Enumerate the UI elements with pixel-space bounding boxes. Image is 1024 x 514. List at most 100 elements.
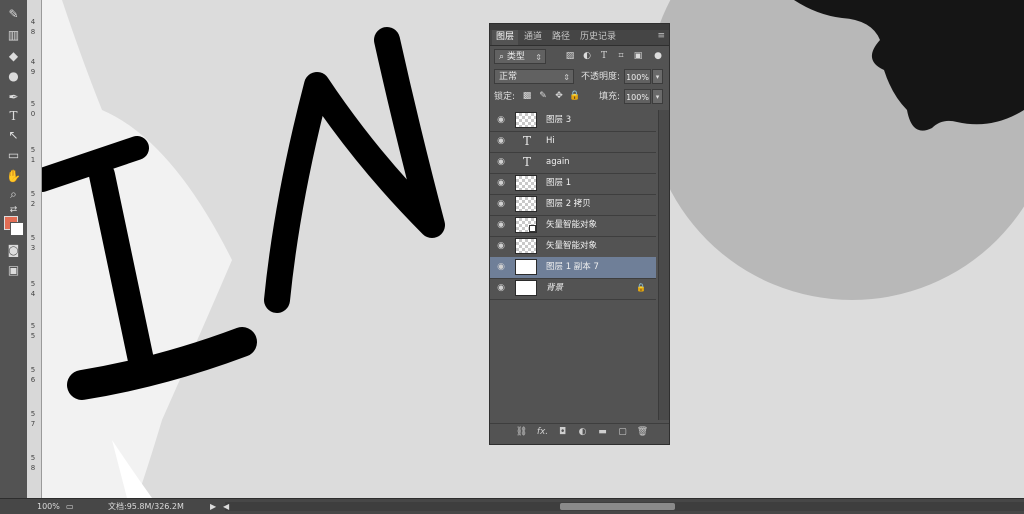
tab-paths[interactable]: 路径 [548, 30, 574, 45]
filter-smart-icon[interactable]: ▣ [632, 50, 644, 62]
eye-icon[interactable]: ◉ [496, 283, 506, 293]
ruler-label: 3 [30, 244, 36, 252]
layer-name: 图层 1 [546, 178, 572, 188]
new-group-icon[interactable]: ▬ [596, 426, 609, 438]
gradient-icon[interactable]: ▥ [5, 27, 22, 43]
ruler-label: 5 [30, 366, 36, 374]
layer-row[interactable]: ◉ 图层 2 拷贝 [490, 194, 656, 216]
text-layer-icon: T [522, 134, 531, 148]
document-size-info: 文档:95.8M/326.2M [108, 502, 184, 511]
horizontal-scrollbar[interactable]: ◀ [223, 499, 1024, 514]
filter-adjustment-icon[interactable]: ◐ [581, 50, 593, 62]
layer-name: 图层 1 副本 7 [546, 262, 599, 272]
scrollbar-thumb[interactable] [560, 503, 675, 510]
layer-name: 矢量智能对象 [546, 241, 598, 251]
smart-object-thumbnail [515, 217, 537, 233]
blend-mode-dropdown[interactable]: 正常 ⇕ [494, 69, 574, 84]
eye-icon[interactable]: ◉ [496, 136, 506, 146]
ruler-label: 5 [30, 332, 36, 340]
layer-row[interactable]: ◉ T again [490, 152, 656, 174]
link-layers-icon[interactable]: ⛓ [515, 426, 528, 438]
opacity-label: 不透明度: [581, 72, 621, 82]
fill-field[interactable]: 100% [624, 89, 651, 104]
layer-row[interactable]: ◉ 图层 1 [490, 173, 656, 195]
screen-mode-icon[interactable]: ▣ [5, 262, 22, 278]
tab-channels[interactable]: 通道 [520, 30, 546, 45]
layer-thumbnail [515, 112, 537, 128]
path-select-icon[interactable]: ↖ [5, 127, 22, 143]
eraser-icon[interactable]: ✎ [5, 6, 22, 22]
tab-history[interactable]: 历史记录 [576, 30, 620, 45]
lock-image-icon[interactable]: ✎ [537, 90, 549, 102]
pen-icon[interactable]: ✒ [5, 89, 22, 105]
scroll-left-icon[interactable]: ◀ [223, 499, 229, 514]
eye-icon[interactable]: ◉ [496, 262, 506, 272]
lock-transparent-icon[interactable]: ▩ [521, 90, 533, 102]
background-color-swatch[interactable] [10, 222, 24, 236]
zoom-icon[interactable]: ⌕ [5, 186, 22, 202]
zoom-level[interactable]: 100% [37, 499, 60, 514]
layer-row[interactable]: ◉ 背景 🔒 [490, 278, 656, 300]
filter-kind-label: 类型 [506, 52, 525, 62]
ruler-label: 5 [30, 190, 36, 198]
blur-icon[interactable]: ◆ [5, 48, 22, 64]
ruler-label: 5 [30, 322, 36, 330]
chevron-updown-icon: ⇕ [563, 73, 570, 82]
ruler-label: 4 [30, 18, 36, 26]
fill-label: 填充: [599, 92, 621, 102]
layer-thumbnail [515, 196, 537, 212]
adjustment-layer-icon[interactable]: ◐ [576, 426, 589, 438]
layer-name: Hi [546, 136, 555, 146]
dodge-icon[interactable]: ● [5, 68, 22, 84]
eye-icon[interactable]: ◉ [496, 241, 506, 251]
layer-name: again [546, 157, 570, 167]
layers-panel-footer: ⛓ fx. ◘ ◐ ▬ ▢ 🗑 [490, 423, 669, 440]
layer-row-selected[interactable]: ◉ 图层 1 副本 7 [490, 257, 656, 279]
ruler-label: 7 [30, 420, 36, 428]
layer-row[interactable]: ◉ 矢量智能对象 [490, 236, 656, 258]
lock-position-icon[interactable]: ✥ [553, 90, 565, 102]
layer-thumbnail [515, 259, 537, 275]
add-mask-icon[interactable]: ◘ [556, 426, 569, 438]
opacity-field[interactable]: 100% [624, 69, 651, 84]
layer-list-scrollbar[interactable] [658, 110, 669, 420]
layer-row[interactable]: ◉ T Hi [490, 131, 656, 153]
eye-icon[interactable]: ◉ [496, 178, 506, 188]
eye-icon[interactable]: ◉ [496, 157, 506, 167]
layer-row[interactable]: ◉ 矢量智能对象 [490, 215, 656, 237]
tab-layers[interactable]: 图层 [492, 30, 519, 45]
hand-icon[interactable]: ✋ [5, 168, 22, 184]
status-info-icon[interactable]: ▭ [66, 499, 74, 514]
status-menu-arrow-icon[interactable]: ▶ [210, 499, 216, 514]
eye-icon[interactable]: ◉ [496, 115, 506, 125]
filter-shape-icon[interactable]: ⌗ [615, 50, 627, 62]
filter-type-icon[interactable]: T [598, 50, 610, 62]
eye-icon[interactable]: ◉ [496, 199, 506, 209]
status-bar: 100% ▭ 文档:95.8M/326.2M ▶ ◀ [0, 498, 1024, 514]
shape-icon[interactable]: ▭ [5, 147, 22, 163]
fill-slider-toggle[interactable]: ▾ [652, 89, 663, 104]
lock-label: 锁定: [494, 92, 516, 102]
layer-row[interactable]: ◉ 图层 3 [490, 110, 656, 132]
filter-toggle-icon[interactable]: ● [652, 50, 664, 62]
text-layer-icon: T [522, 155, 531, 169]
fx-icon[interactable]: fx. [536, 426, 549, 438]
new-layer-icon[interactable]: ▢ [616, 426, 629, 438]
eye-icon[interactable]: ◉ [496, 220, 506, 230]
lock-row: 锁定: ▩ ✎ ✥ 🔒 填充: 100% ▾ [494, 89, 664, 105]
ruler-label: 5 [30, 410, 36, 418]
quick-mask-icon[interactable]: ◙ [5, 242, 22, 258]
type-icon[interactable]: T [5, 108, 22, 124]
panel-menu-icon[interactable]: ≡ [657, 31, 665, 41]
filter-kind-dropdown[interactable]: ⌕ 类型 ⇕ [494, 49, 546, 64]
lock-all-icon[interactable]: 🔒 [569, 90, 581, 102]
ruler-label: 5 [30, 454, 36, 462]
filter-pixel-icon[interactable]: ▨ [564, 50, 576, 62]
ruler-label: 4 [30, 290, 36, 298]
opacity-slider-toggle[interactable]: ▾ [652, 69, 663, 84]
delete-layer-icon[interactable]: 🗑 [636, 426, 649, 438]
ruler-label: 5 [30, 234, 36, 242]
layer-name: 背景 [546, 283, 564, 293]
ruler-label: 0 [30, 110, 36, 118]
blend-mode-value: 正常 [499, 72, 518, 82]
